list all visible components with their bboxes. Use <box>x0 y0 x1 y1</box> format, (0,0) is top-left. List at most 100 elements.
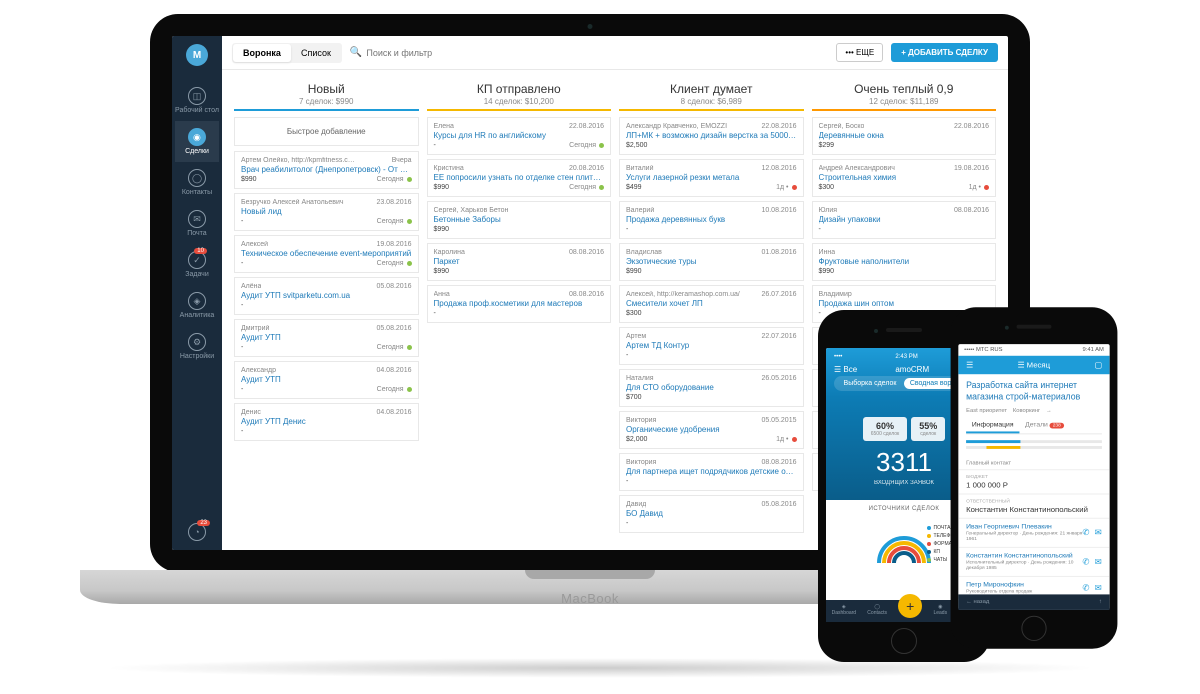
deal-card[interactable]: Елена22.08.2016Курсы для HR по английско… <box>427 117 612 155</box>
card-from: Инна <box>819 249 836 256</box>
topbar: Воронка Список 🔍 ••• ЕЩЕ + ДОБАВИТЬ СДЕЛ… <box>222 36 1008 70</box>
nav-item-2[interactable]: ◯Контакты <box>175 162 219 203</box>
quick-add-button[interactable]: Быстрое добавление <box>234 117 419 146</box>
chat-icon[interactable]: ✉ <box>1095 557 1102 568</box>
phone-icon[interactable]: ✆ <box>1082 557 1089 568</box>
card-from: Виталий <box>626 165 654 172</box>
deal-card[interactable]: Валерий10.08.2016Продажа деревянных букв… <box>619 201 804 239</box>
deal-card[interactable]: Артем22.07.2016Артем ТД Контур- <box>619 327 804 365</box>
deal-card[interactable]: Безручко Алексей Анатольевич23.08.2016Но… <box>234 193 419 231</box>
nav-item-0[interactable]: ◫Рабочий стол <box>175 80 219 121</box>
phone-icon[interactable]: ✆ <box>1082 583 1089 594</box>
deal-card[interactable]: Виталий12.08.2016Услуги лазерной резки м… <box>619 159 804 197</box>
menu-button[interactable]: ☰ Все <box>834 365 857 374</box>
tab-deals-selection[interactable]: Выборка сделок <box>836 378 904 389</box>
card-title: ЕЕ попросили узнать по отделке стен плит… <box>434 173 605 182</box>
card-date: 08.08.2016 <box>761 459 796 466</box>
add-deal-button[interactable]: + ДОБАВИТЬ СДЕЛКУ <box>891 43 998 62</box>
card-amount: - <box>241 302 243 309</box>
contact-row[interactable]: Константин КонстантинопольскийИсполнител… <box>958 548 1109 577</box>
nav-item-6[interactable]: ⚙Настройки <box>175 326 219 367</box>
card-from: Виктория <box>626 459 656 466</box>
card-status: Сегодня <box>377 260 412 267</box>
deal-card[interactable]: Виктория05.05.2015Органические удобрения… <box>619 411 804 449</box>
back-button[interactable]: ← назад <box>966 599 989 605</box>
nav-contacts[interactable]: ◯Contacts <box>867 604 887 618</box>
deal-card[interactable]: Наталия26.05.2016Для СТО оборудование$70… <box>619 369 804 407</box>
nav-item-1[interactable]: ◉Сделки <box>175 121 219 162</box>
deal-card[interactable]: Алёна05.08.2016Аудит УТП svitparketu.com… <box>234 277 419 315</box>
deal-card[interactable]: Александр Кравченко, EMOZZI22.08.2016ЛП+… <box>619 117 804 155</box>
card-status: 1д • <box>776 184 796 191</box>
contact-row[interactable]: Иван Георгиевич ПлевакинГенеральный дире… <box>958 519 1109 548</box>
card-date: 05.08.2016 <box>376 283 411 290</box>
deal-card[interactable]: Анна08.08.2016Продажа проф.косметики для… <box>427 285 612 323</box>
card-title: Аудит УТП <box>241 375 412 384</box>
card-status: Сегодня <box>377 218 412 225</box>
card-title: Услуги лазерной резки метала <box>626 173 797 182</box>
card-from: Елена <box>434 123 454 130</box>
deal-card[interactable]: Артем Олейко, http://kpmfitness.com.ua/В… <box>234 151 419 189</box>
card-from: Юлия <box>819 207 838 214</box>
card-date: 08.08.2016 <box>954 207 989 214</box>
tab-info[interactable]: Информация <box>966 419 1019 434</box>
menu-icon[interactable]: ☰ <box>966 361 973 370</box>
deal-card[interactable]: Алексей19.08.2016Техническое обеспечение… <box>234 235 419 273</box>
card-from: Кристина <box>434 165 464 172</box>
card-amount: $990 <box>241 176 257 183</box>
card-title: Врач реабилитолог (Днепропетровск) - От … <box>241 165 412 174</box>
nav-item-5[interactable]: ◈Аналитика <box>175 285 219 326</box>
square-icon[interactable]: ▢ <box>1095 361 1102 370</box>
card-date: 04.08.2016 <box>376 367 411 374</box>
contact-name: Петр Миронофкин <box>966 582 1032 589</box>
deal-card[interactable]: Александр04.08.2016Аудит УТП-Сегодня <box>234 361 419 399</box>
more-button[interactable]: ••• ЕЩЕ <box>836 43 883 62</box>
deal-card[interactable]: Кристина20.08.2016ЕЕ попросили узнать по… <box>427 159 612 197</box>
deal-card[interactable]: Юлия08.08.2016Дизайн упаковки- <box>812 201 997 239</box>
deal-card[interactable]: Алексей, http://keramashop.com.ua/26.07.… <box>619 285 804 323</box>
phone-icon[interactable]: ✆ <box>1082 528 1089 539</box>
deal-card[interactable]: Сергей, Боско22.08.2016Деревянные окна$2… <box>812 117 997 155</box>
funnel-view-button[interactable]: Воронка <box>233 44 291 62</box>
card-from: Дмитрий <box>241 325 269 332</box>
chat-icon[interactable]: ✉ <box>1095 528 1102 539</box>
column-subtitle: 14 сделок: $10,200 <box>427 97 612 106</box>
add-button[interactable]: + <box>898 594 922 618</box>
home-button[interactable] <box>1021 616 1046 641</box>
nav-leads[interactable]: ◉Leads <box>933 604 947 618</box>
notifications-button[interactable]: ◔ 23 <box>172 516 222 550</box>
search-input[interactable] <box>366 48 828 58</box>
home-button[interactable] <box>891 628 917 654</box>
view-toggle: Воронка Список <box>232 43 342 63</box>
month-label[interactable]: ☰ Месяц <box>1018 361 1051 370</box>
deal-card[interactable]: Владислав01.08.2016Экзотические туры$990 <box>619 243 804 281</box>
card-title: БО Давид <box>626 509 797 518</box>
nav-item-3[interactable]: ✉Почта <box>175 203 219 244</box>
progress-bars <box>958 435 1109 458</box>
card-amount: $300 <box>819 184 835 191</box>
card-amount: - <box>626 478 628 485</box>
logo-icon[interactable]: M <box>186 44 208 66</box>
card-status: 1д • <box>776 436 796 443</box>
card-amount: - <box>819 226 821 233</box>
card-date: 23.08.2016 <box>376 199 411 206</box>
deal-card[interactable]: Денис04.08.2016Аудит УТП Денис- <box>234 403 419 441</box>
meta-arrow-icon[interactable]: → <box>1046 409 1052 415</box>
deal-card[interactable]: Дмитрий05.08.2016Аудит УТП-Сегодня <box>234 319 419 357</box>
tab-details[interactable]: Детали238 <box>1019 419 1069 434</box>
deal-card[interactable]: Каролина08.08.2016Паркет$990 <box>427 243 612 281</box>
up-button[interactable]: ↑ <box>1099 599 1102 605</box>
nav-dashboard[interactable]: ◈Dashboard <box>832 604 856 618</box>
nav-label: Почта <box>187 230 206 237</box>
list-view-button[interactable]: Список <box>291 44 341 62</box>
nav-item-4[interactable]: ✓Задачи10 <box>175 244 219 285</box>
deal-card[interactable]: ИннаФруктовые наполнители$990 <box>812 243 997 281</box>
chat-icon[interactable]: ✉ <box>1095 583 1102 594</box>
nav-icon: ◫ <box>188 87 206 105</box>
card-title: Новый лид <box>241 207 412 216</box>
deal-card[interactable]: Андрей Александрович19.08.2016Строительн… <box>812 159 997 197</box>
deal-card[interactable]: Давид05.08.2016БО Давид- <box>619 495 804 533</box>
deal-card[interactable]: Виктория08.08.2016Для партнера ищет подр… <box>619 453 804 491</box>
card-status: Сегодня <box>569 142 604 149</box>
deal-card[interactable]: Сергей, Харьков БетонБетонные Заборы$990 <box>427 201 612 239</box>
